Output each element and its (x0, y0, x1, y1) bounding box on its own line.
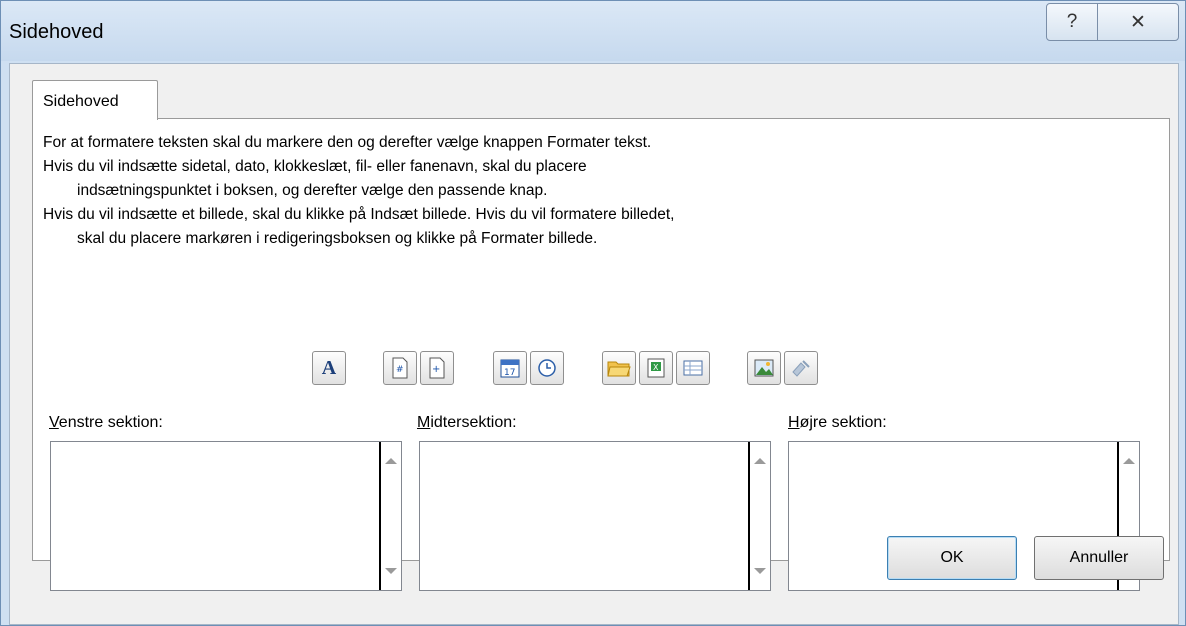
insert-time-icon (538, 359, 556, 377)
right-section-accesskey: H (788, 414, 800, 431)
insert-page-count-icon: + (429, 357, 445, 379)
instruction-line: indsætningspunktet i boksen, og derefter… (77, 182, 548, 199)
insert-page-count-button[interactable]: + (420, 351, 454, 385)
dialog-title: Sidehoved (9, 21, 104, 43)
svg-text:+: + (432, 364, 440, 375)
close-button[interactable]: ✕ (1097, 3, 1179, 41)
insert-sheet-name-icon (683, 360, 703, 376)
title-bar: Sidehoved ? ✕ (1, 1, 1185, 61)
instruction-line: For at formatere teksten skal du markere… (43, 134, 652, 151)
insert-page-number-icon: # (392, 357, 408, 379)
instruction-line: skal du placere markøren i redigeringsbo… (77, 230, 598, 247)
instruction-line: Hvis du vil indsætte sidetal, dato, klok… (43, 158, 587, 175)
insert-file-path-button[interactable] (602, 351, 636, 385)
insert-picture-icon (754, 359, 774, 377)
left-section-input[interactable] (50, 441, 402, 591)
center-section-label-text: idtersektion: (430, 414, 517, 431)
format-picture-icon (792, 360, 810, 377)
tab-panel: For at formatere teksten skal du markere… (32, 118, 1170, 591)
right-section-label-text: øjre sektion: (799, 414, 887, 431)
center-section-label: Midtersektion: (417, 414, 517, 432)
instructions-text: For at formatere teksten skal du markere… (43, 131, 1143, 251)
svg-text:X: X (653, 363, 659, 372)
format-picture-button[interactable] (784, 351, 818, 385)
insert-date-icon: 17 (500, 359, 520, 378)
svg-text:#: # (396, 365, 404, 375)
left-section-label: Venstre sektion: (49, 414, 163, 432)
left-section-accesskey: V (49, 414, 59, 431)
instruction-line: Hvis du vil indsætte et billede, skal du… (43, 206, 675, 223)
insert-page-number-button[interactable]: # (383, 351, 417, 385)
scroll-down-icon[interactable] (385, 568, 397, 574)
insert-file-name-icon: X (647, 358, 665, 378)
insert-picture-button[interactable] (747, 351, 781, 385)
center-section-scrollbar[interactable] (748, 442, 770, 590)
format-text-button[interactable]: A (312, 351, 346, 385)
insert-date-button[interactable]: 17 (493, 351, 527, 385)
left-section-label-text: enstre sektion: (58, 414, 163, 431)
right-section-label: Højre sektion: (788, 414, 887, 432)
help-icon: ? (1066, 11, 1078, 32)
insert-sheet-name-button[interactable] (676, 351, 710, 385)
insert-file-name-button[interactable]: X (639, 351, 673, 385)
cancel-button[interactable]: Annuller (1034, 536, 1164, 580)
scroll-up-icon[interactable] (385, 458, 397, 464)
svg-text:17: 17 (504, 368, 515, 378)
tab-sidehoved[interactable]: Sidehoved (32, 80, 158, 120)
insert-file-path-icon (607, 361, 631, 377)
close-icon: ✕ (1130, 11, 1146, 33)
format-text-icon: A (321, 356, 337, 379)
center-section-accesskey: M (417, 414, 431, 431)
help-button[interactable]: ? (1046, 3, 1098, 41)
ok-button[interactable]: OK (887, 536, 1017, 580)
insert-time-button[interactable] (530, 351, 564, 385)
scroll-up-icon[interactable] (1123, 458, 1135, 464)
left-section-scrollbar[interactable] (379, 442, 401, 590)
scroll-down-icon[interactable] (754, 568, 766, 574)
dialog-window: Sidehoved ? ✕ Sidehoved For at formatere… (0, 0, 1186, 626)
scroll-up-icon[interactable] (754, 458, 766, 464)
center-section-input[interactable] (419, 441, 771, 591)
